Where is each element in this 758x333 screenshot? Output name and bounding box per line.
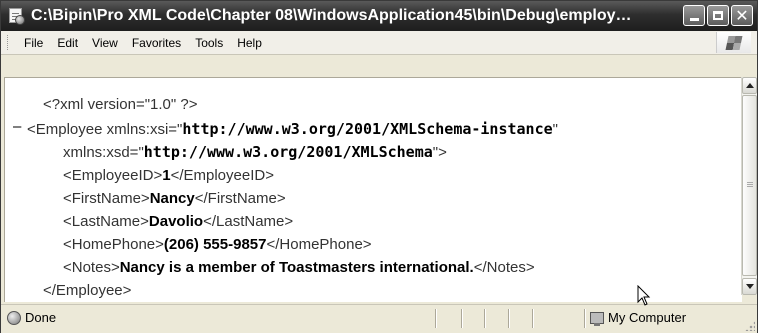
employee-id-value: 1	[162, 167, 171, 184]
close-icon: ✕	[735, 5, 749, 25]
minimize-button[interactable]	[683, 5, 705, 26]
home-phone-value: (206) 555-9857	[163, 236, 267, 253]
last-name-value: Davolio	[148, 213, 204, 230]
status-text: Done	[25, 310, 57, 325]
collapse-toggle[interactable]: –	[13, 118, 21, 135]
xml-document: <?xml version="1.0" ?> – <Employee xmlns…	[5, 78, 735, 302]
xml-declaration: <?xml version="1.0" ?>	[43, 96, 198, 113]
windows-logo-throbber	[716, 32, 751, 53]
zone-label: My Computer	[608, 310, 687, 325]
employee-open-tag: <Employee xmlns:xsi="http://www.w3.org/2…	[27, 120, 558, 138]
menu-favorites[interactable]: Favorites	[125, 36, 188, 50]
windows-flag-icon	[725, 35, 743, 50]
status-divider	[484, 309, 485, 328]
menu-help[interactable]: Help	[230, 36, 269, 50]
arrow-up-icon	[745, 83, 754, 88]
status-divider	[461, 309, 462, 328]
security-zone[interactable]: My Computer	[590, 310, 687, 326]
xsi-namespace-value: http://www.w3.org/2001/XMLSchema-instanc…	[182, 120, 553, 138]
status-divider	[508, 309, 509, 328]
menu-view[interactable]: View	[85, 36, 125, 50]
ie-document-icon[interactable]	[7, 7, 25, 25]
title-bar[interactable]: C:\Bipin\Pro XML Code\Chapter 08\Windows…	[1, 1, 757, 31]
home-phone-element: <HomePhone>(206) 555-9857</HomePhone>	[63, 236, 372, 253]
arrow-down-icon	[745, 284, 754, 289]
scroll-up-button[interactable]	[742, 77, 757, 94]
menu-edit[interactable]: Edit	[50, 36, 85, 50]
first-name-element: <FirstName>Nancy</FirstName>	[63, 190, 286, 207]
scroll-thumb[interactable]	[742, 95, 757, 276]
employee-close-tag: </Employee>	[43, 282, 132, 299]
status-bar: Done My Computer	[1, 304, 757, 333]
caption-buttons: ✕	[683, 5, 753, 26]
status-text-area: Done	[7, 310, 56, 325]
vertical-scrollbar[interactable]	[741, 77, 757, 295]
menu-tools[interactable]: Tools	[188, 36, 230, 50]
status-divider	[532, 309, 533, 328]
status-divider	[584, 309, 585, 328]
maximize-icon	[713, 11, 723, 20]
mouse-pointer-icon	[637, 285, 651, 306]
employee-id-element: <EmployeeID>1</EmployeeID>	[63, 167, 274, 184]
notes-element: <Notes>Nancy is a member of Toastmasters…	[63, 259, 535, 276]
minimize-icon	[689, 18, 699, 21]
last-name-element: <LastName>Davolio</LastName>	[63, 213, 294, 230]
status-divider	[435, 309, 436, 328]
document-area[interactable]: <?xml version="1.0" ?> – <Employee xmlns…	[4, 77, 742, 302]
toolbar-grip[interactable]	[7, 35, 11, 50]
thumb-grip-icon	[747, 182, 753, 183]
maximize-button[interactable]	[707, 5, 729, 26]
xsd-namespace-value: http://www.w3.org/2001/XMLSchema	[143, 143, 433, 161]
my-computer-icon	[590, 311, 604, 326]
window-title: C:\Bipin\Pro XML Code\Chapter 08\Windows…	[31, 7, 632, 24]
xsd-attribute: xmlns:xsd="http://www.w3.org/2001/XMLSch…	[63, 143, 447, 161]
scroll-down-button[interactable]	[742, 278, 757, 295]
menu-bar: File Edit View Favorites Tools Help	[1, 31, 757, 55]
notes-value: Nancy is a member of Toastmasters intern…	[119, 259, 474, 276]
page-done-icon	[7, 310, 21, 325]
close-button[interactable]: ✕	[731, 5, 753, 26]
first-name-value: Nancy	[149, 190, 195, 207]
browser-window: C:\Bipin\Pro XML Code\Chapter 08\Windows…	[0, 0, 758, 333]
menu-file[interactable]: File	[17, 36, 50, 50]
resize-grip[interactable]	[745, 321, 755, 331]
